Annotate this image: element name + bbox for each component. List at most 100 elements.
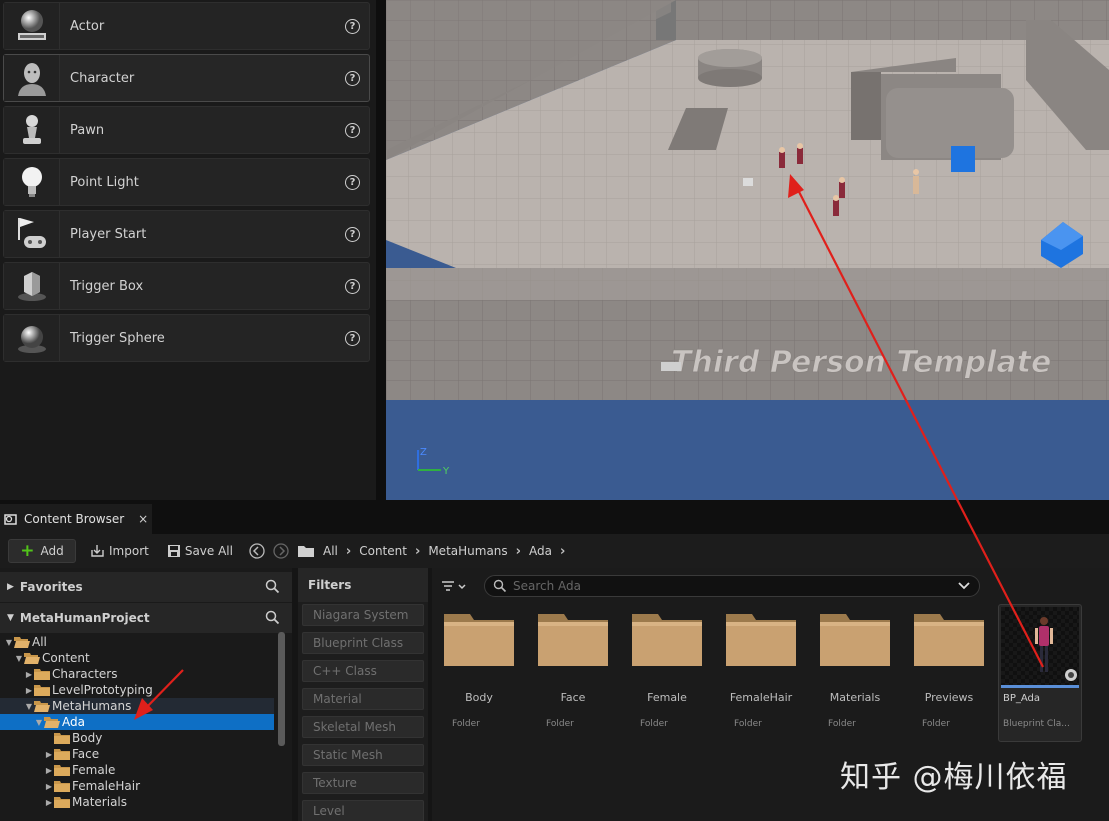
asset-bp-ada[interactable]: BP_Ada Blueprint Cla... xyxy=(998,604,1082,742)
help-icon[interactable]: ? xyxy=(345,18,360,34)
help-icon[interactable]: ? xyxy=(345,174,360,190)
level-viewport[interactable]: Third Person Template Z Y xyxy=(386,0,1109,500)
asset-folder[interactable]: Materials Folder xyxy=(818,608,892,729)
folder-tree-panel: ▶ Favorites ▼ MetaHumanProject ▼ All ▼ Cont… xyxy=(0,568,292,821)
filter-chip[interactable]: Niagara System xyxy=(302,604,424,626)
save-all-button[interactable]: Save All xyxy=(167,539,233,563)
place-item-player-start[interactable]: Player Start ? xyxy=(3,210,370,258)
chevron-right-icon[interactable]: ▶ xyxy=(24,686,34,695)
breadcrumb-metahumans[interactable]: MetaHumans xyxy=(428,544,507,558)
place-item-actor[interactable]: Actor ? xyxy=(3,2,370,50)
help-icon[interactable]: ? xyxy=(345,122,360,138)
sphere-icon xyxy=(4,315,60,361)
import-icon xyxy=(91,545,104,557)
tree-folder-label: Characters xyxy=(52,667,118,681)
chevron-down-icon[interactable]: ▼ xyxy=(34,718,44,727)
place-item-character[interactable]: Character ? xyxy=(3,54,370,102)
chevron-down-icon[interactable]: ▼ xyxy=(7,613,14,623)
search-input[interactable]: Search Ada xyxy=(513,579,957,593)
place-item-trigger-sphere[interactable]: Trigger Sphere ? xyxy=(3,314,370,362)
search-icon[interactable] xyxy=(265,579,280,594)
help-icon[interactable]: ? xyxy=(345,278,360,294)
help-icon[interactable]: ? xyxy=(345,226,360,242)
tree-folder[interactable]: ▼ Content xyxy=(0,650,274,666)
breadcrumb-separator-icon[interactable]: › xyxy=(346,544,351,559)
place-item-pawn[interactable]: Pawn ? xyxy=(3,106,370,154)
forward-icon[interactable] xyxy=(273,543,289,559)
asset-name: Materials xyxy=(829,691,881,704)
asset-type: Blueprint Cla... xyxy=(1003,719,1070,729)
asset-folder[interactable]: Body Folder xyxy=(442,608,516,729)
chevron-down-icon[interactable]: ▼ xyxy=(14,654,24,663)
tree-folder[interactable]: ▼ All xyxy=(0,634,274,650)
project-label: MetaHumanProject xyxy=(19,611,150,625)
panel-divider[interactable] xyxy=(376,0,386,500)
tree-folder-label: Body xyxy=(72,731,103,745)
filter-chip[interactable]: Level xyxy=(302,800,424,821)
asset-folder[interactable]: FemaleHair Folder xyxy=(724,608,798,729)
asset-folder[interactable]: Previews Folder xyxy=(912,608,986,729)
filter-chip[interactable]: Skeletal Mesh xyxy=(302,716,424,738)
chevron-right-icon[interactable]: ▶ xyxy=(7,582,14,592)
tab-content-browser[interactable]: Content Browser × xyxy=(0,504,152,534)
tree-folder[interactable]: ▶ Face xyxy=(0,746,274,762)
filter-chip[interactable]: Texture xyxy=(302,772,424,794)
add-button[interactable]: + Add xyxy=(8,539,76,563)
asset-folder[interactable]: Female Folder xyxy=(630,608,704,729)
filters-panel: Filters Niagara System Blueprint Class C++… xyxy=(298,568,428,821)
chevron-right-icon[interactable]: ▶ xyxy=(44,766,54,775)
tree-folder[interactable]: ▼ MetaHumans xyxy=(0,698,274,714)
filter-chip[interactable]: Blueprint Class xyxy=(302,632,424,654)
tree-scrollbar[interactable] xyxy=(278,632,285,746)
breadcrumb-ada[interactable]: Ada xyxy=(529,544,552,558)
place-actors-panel: Actor ? Character ? Pawn ? Point Light ?… xyxy=(0,0,386,500)
breadcrumb-separator-icon[interactable]: › xyxy=(516,544,521,559)
breadcrumb-content[interactable]: Content xyxy=(359,544,407,558)
blueprint-thumbnail xyxy=(1001,607,1079,685)
asset-folder[interactable]: Face Folder xyxy=(536,608,610,729)
chevron-down-icon[interactable]: ▼ xyxy=(4,638,14,647)
asset-type: Folder xyxy=(452,719,480,729)
filter-chip[interactable]: C++ Class xyxy=(302,660,424,682)
breadcrumb-separator-icon[interactable]: › xyxy=(560,544,565,559)
tree-folder[interactable]: ▶ LevelPrototyping xyxy=(0,682,274,698)
pawn-icon xyxy=(4,107,60,153)
tree-folder[interactable]: ▶ Materials xyxy=(0,794,274,810)
chevron-right-icon[interactable]: ▶ xyxy=(44,798,54,807)
folder-icon xyxy=(44,716,60,728)
import-button-label: Import xyxy=(109,544,149,558)
favorites-header[interactable]: ▶ Favorites xyxy=(0,572,292,602)
filter-chip[interactable]: Material xyxy=(302,688,424,710)
search-box[interactable]: Search Ada xyxy=(484,575,980,597)
chevron-right-icon[interactable]: ▶ xyxy=(24,670,34,679)
project-header[interactable]: ▼ MetaHumanProject xyxy=(0,603,292,633)
filter-dropdown-icon[interactable] xyxy=(440,577,468,597)
asset-type: Folder xyxy=(734,719,762,729)
filter-chip[interactable]: Static Mesh xyxy=(302,744,424,766)
save-icon xyxy=(167,545,180,557)
chevron-right-icon[interactable]: ▶ xyxy=(44,782,54,791)
back-icon[interactable] xyxy=(249,543,265,559)
help-icon[interactable]: ? xyxy=(345,330,360,346)
gizmo-y-label: Y xyxy=(442,466,450,477)
tree-folder[interactable]: Body xyxy=(0,730,274,746)
breadcrumb-separator-icon[interactable]: › xyxy=(415,544,420,559)
place-item-trigger-box[interactable]: Trigger Box ? xyxy=(3,262,370,310)
character-bust-icon xyxy=(4,55,60,101)
tree-folder[interactable]: ▶ Characters xyxy=(0,666,274,682)
chevron-down-icon[interactable]: ▼ xyxy=(24,702,34,711)
import-button[interactable]: Import xyxy=(90,539,149,563)
chevron-down-icon[interactable] xyxy=(957,581,971,591)
tree-folder[interactable]: ▼ Ada xyxy=(0,714,274,730)
help-icon[interactable]: ? xyxy=(345,70,360,86)
breadcrumb-all[interactable]: All xyxy=(323,544,338,558)
lightbulb-icon xyxy=(4,159,60,205)
place-item-label: Trigger Box xyxy=(70,278,144,294)
asset-name: Female xyxy=(647,691,687,704)
place-item-point-light[interactable]: Point Light ? xyxy=(3,158,370,206)
tree-folder[interactable]: ▶ FemaleHair xyxy=(0,778,274,794)
tree-folder[interactable]: ▶ Female xyxy=(0,762,274,778)
close-icon[interactable]: × xyxy=(138,512,148,526)
search-icon[interactable] xyxy=(265,610,280,625)
chevron-right-icon[interactable]: ▶ xyxy=(44,750,54,759)
